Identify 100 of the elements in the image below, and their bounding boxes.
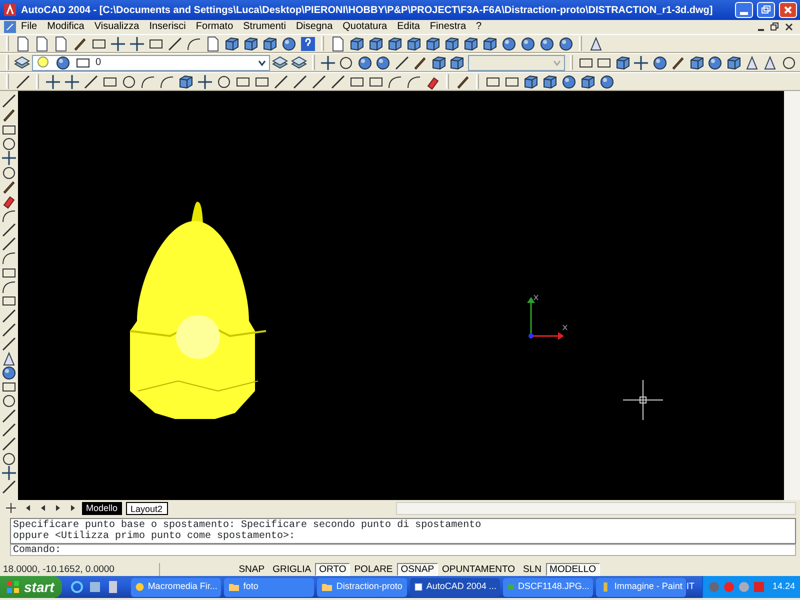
- cube-button[interactable]: [405, 35, 422, 52]
- sphere-button[interactable]: [280, 35, 297, 52]
- horizontal-scrollbar[interactable]: [396, 502, 796, 514]
- taskbar-button[interactable]: DSCF1148.JPG...: [503, 578, 594, 596]
- status-toggle[interactable]: SLN: [519, 563, 546, 576]
- sphere-button[interactable]: [560, 73, 577, 90]
- cube-button[interactable]: [424, 35, 441, 52]
- cone-button[interactable]: [744, 54, 760, 71]
- line-button[interactable]: [82, 73, 99, 90]
- line-button[interactable]: [291, 73, 308, 90]
- taskbar-button[interactable]: AutoCAD 2004 ...: [410, 578, 500, 596]
- minimize-button[interactable]: [735, 2, 753, 18]
- move-button[interactable]: [0, 151, 18, 166]
- layout-tab[interactable]: Layout2: [126, 502, 168, 514]
- status-toggle[interactable]: OPUNTAMENTO: [438, 563, 520, 576]
- move-button[interactable]: [109, 35, 126, 52]
- line-button[interactable]: [14, 73, 31, 90]
- line-button[interactable]: [0, 222, 18, 237]
- line-button[interactable]: [394, 54, 410, 71]
- cube-button[interactable]: [449, 54, 466, 71]
- layers-button[interactable]: [290, 54, 307, 71]
- circle-button[interactable]: [0, 394, 18, 409]
- rectangle-button[interactable]: [0, 122, 18, 137]
- move-button[interactable]: [63, 73, 80, 90]
- line-button[interactable]: [310, 73, 327, 90]
- status-toggle[interactable]: OSNAP: [396, 563, 438, 576]
- menu-item[interactable]: Modifica: [42, 20, 90, 34]
- menu-item[interactable]: ?: [471, 20, 487, 34]
- circle-button[interactable]: [120, 73, 137, 90]
- rectangle-button[interactable]: [0, 380, 18, 394]
- move-button[interactable]: [320, 54, 336, 71]
- circle-button[interactable]: [780, 54, 798, 71]
- pencil-button[interactable]: [0, 180, 18, 194]
- cube-button[interactable]: [522, 73, 539, 90]
- menu-item[interactable]: Strumenti: [238, 20, 291, 34]
- vertical-scrollbar[interactable]: [784, 91, 800, 500]
- taskbar-button[interactable]: Macromedia Fir...: [131, 578, 222, 596]
- arc-button[interactable]: [0, 208, 18, 223]
- start-button[interactable]: start: [0, 576, 62, 598]
- browser-icon[interactable]: [70, 580, 84, 594]
- taskbar-button[interactable]: Distraction-proto: [317, 578, 408, 596]
- move-button[interactable]: [0, 466, 18, 480]
- sphere-button[interactable]: [557, 35, 574, 52]
- circle-button[interactable]: [215, 73, 232, 90]
- move-button[interactable]: [128, 35, 145, 52]
- language-indicator[interactable]: IT: [686, 580, 694, 594]
- cube-button[interactable]: [725, 54, 742, 71]
- circle-button[interactable]: [0, 165, 18, 180]
- status-toggle[interactable]: POLARE: [350, 563, 397, 576]
- circle-button[interactable]: [0, 451, 18, 466]
- status-toggle[interactable]: GRIGLIA: [268, 563, 316, 576]
- app-icon[interactable]: [88, 580, 102, 594]
- cube-button[interactable]: [367, 35, 384, 52]
- pencil-button[interactable]: [0, 108, 18, 123]
- line-button[interactable]: [0, 480, 18, 494]
- close-button[interactable]: [779, 2, 797, 18]
- sphere-button[interactable]: [598, 73, 615, 90]
- circle-button[interactable]: [0, 136, 18, 152]
- sphere-button[interactable]: [651, 54, 668, 71]
- menu-item[interactable]: Quotatura: [338, 20, 392, 34]
- sphere-button[interactable]: [356, 54, 374, 71]
- layers-button[interactable]: [14, 54, 30, 71]
- sphere-button[interactable]: [706, 54, 724, 71]
- cube-button[interactable]: [579, 73, 596, 90]
- cube-button[interactable]: [177, 73, 194, 90]
- cube-button[interactable]: [614, 54, 631, 71]
- line-button[interactable]: [329, 73, 346, 90]
- taskbar-button[interactable]: foto: [224, 578, 314, 596]
- circle-button[interactable]: [338, 54, 355, 71]
- status-toggle[interactable]: MODELLO: [546, 563, 600, 576]
- drawing-canvas[interactable]: [18, 91, 784, 500]
- restore-button[interactable]: [757, 2, 775, 18]
- line-button[interactable]: [166, 35, 183, 52]
- arc-button[interactable]: [0, 251, 18, 266]
- move-button[interactable]: [44, 73, 61, 90]
- line-button[interactable]: [0, 422, 18, 438]
- cube-button[interactable]: [462, 35, 479, 52]
- cone-button[interactable]: [0, 351, 18, 366]
- layout-tab[interactable]: Modello: [82, 502, 122, 514]
- move-button[interactable]: [196, 73, 213, 90]
- cube-button[interactable]: [348, 35, 365, 52]
- menu-item[interactable]: Edita: [392, 20, 425, 34]
- menu-item[interactable]: Formato: [190, 20, 238, 34]
- menu-item[interactable]: File: [16, 20, 42, 34]
- arc-button[interactable]: [0, 280, 18, 294]
- cube-button[interactable]: [223, 35, 240, 52]
- menu-item[interactable]: Finestra: [424, 20, 472, 34]
- help-button[interactable]: [299, 35, 316, 52]
- cube-button[interactable]: [242, 35, 259, 52]
- layers-button[interactable]: [272, 54, 288, 71]
- cube-button[interactable]: [541, 73, 558, 90]
- line-button[interactable]: [0, 337, 18, 352]
- taskbar-button[interactable]: Immagine - Paint: [596, 578, 686, 596]
- line-button[interactable]: [272, 73, 289, 90]
- menu-item[interactable]: Visualizza: [89, 20, 144, 34]
- status-toggle[interactable]: ORTO: [315, 563, 350, 576]
- sphere-button[interactable]: [538, 35, 555, 52]
- rectangle-button[interactable]: [0, 266, 18, 280]
- sphere-button[interactable]: [519, 35, 536, 52]
- rectangle-button[interactable]: [0, 294, 18, 308]
